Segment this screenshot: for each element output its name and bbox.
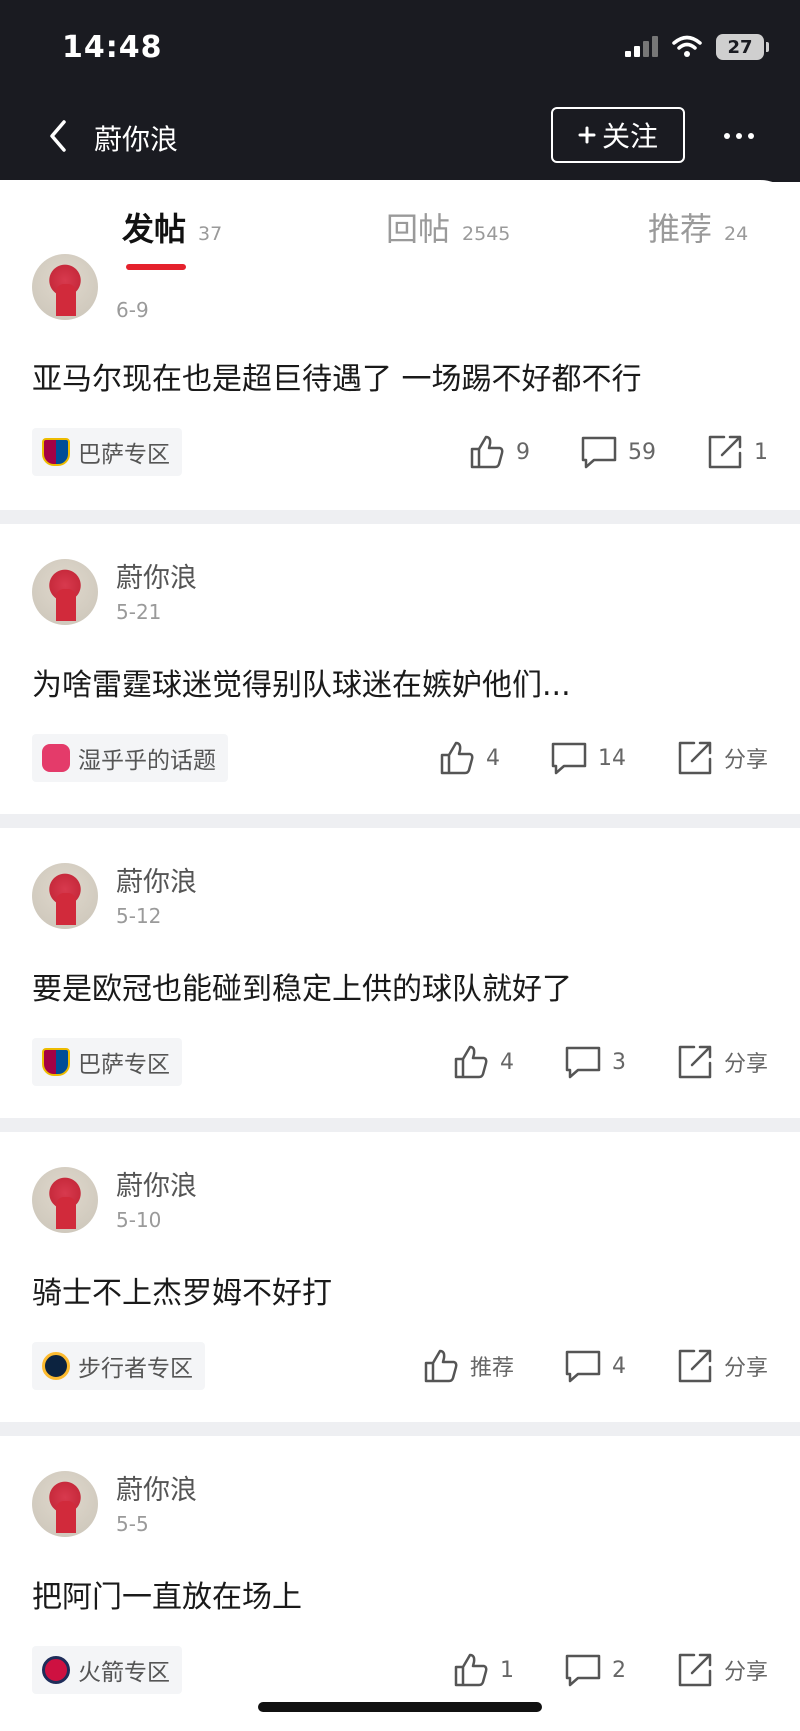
- comment-button[interactable]: 2: [564, 1651, 626, 1689]
- post-divider: [0, 814, 800, 828]
- comment-icon: [565, 1350, 601, 1383]
- share-icon: [678, 741, 712, 775]
- comment-button[interactable]: 59: [580, 433, 656, 471]
- share-button[interactable]: 分享: [676, 739, 768, 777]
- topic-tag[interactable]: 火箭专区: [32, 1646, 182, 1694]
- share-label: 1: [754, 439, 768, 465]
- comment-count: 4: [611, 1353, 626, 1379]
- post-divider: [0, 1422, 800, 1436]
- thumbs-up-icon: [454, 1045, 488, 1079]
- post-content[interactable]: 亚马尔现在也是超巨待遇了 一场踢不好都不行: [32, 354, 642, 398]
- share-label: 分享: [723, 1356, 768, 1381]
- topic-tag[interactable]: 步行者专区: [32, 1342, 205, 1390]
- avatar[interactable]: [32, 863, 98, 929]
- comment-count: 14: [597, 745, 626, 771]
- share-icon: [678, 1045, 712, 1079]
- post-date: 5-10: [116, 1208, 162, 1232]
- speech-bubble-icon: [42, 744, 70, 772]
- post-actions: 推荐 4 分享: [422, 1342, 768, 1390]
- topic-tag[interactable]: 巴萨专区: [32, 1038, 182, 1086]
- post-content[interactable]: 把阿门一直放在场上: [32, 1572, 302, 1616]
- avatar[interactable]: [32, 559, 98, 625]
- post-feed: 6-9 亚马尔现在也是超巨待遇了 一场踢不好都不行 巴萨专区 9 59 1 蔚你…: [0, 0, 800, 1731]
- post-divider: [0, 510, 800, 524]
- thumbs-up-icon: [424, 1349, 458, 1383]
- post-author[interactable]: 蔚你浪: [116, 1164, 197, 1203]
- topic-tag[interactable]: 巴萨专区: [32, 428, 182, 476]
- post-actions: 4 3 分享: [452, 1038, 768, 1086]
- tag-label: 巴萨专区: [78, 1052, 170, 1078]
- home-indicator: [258, 1702, 542, 1712]
- thumbs-up-icon: [470, 435, 504, 469]
- comment-icon: [551, 742, 587, 775]
- post-card[interactable]: 蔚你浪 5-5 把阿门一直放在场上 火箭专区 1 2 分享: [0, 1436, 800, 1731]
- share-icon: [678, 1349, 712, 1383]
- post-card[interactable]: 蔚你浪 5-10 骑士不上杰罗姆不好打 步行者专区 推荐 4 分享: [0, 1132, 800, 1422]
- post-author[interactable]: 蔚你浪: [116, 860, 197, 899]
- post-author[interactable]: 蔚你浪: [116, 556, 197, 595]
- share-button[interactable]: 分享: [676, 1651, 768, 1689]
- comment-icon: [565, 1654, 601, 1687]
- share-label: 分享: [723, 748, 768, 773]
- like-button[interactable]: 1: [452, 1651, 514, 1689]
- post-card[interactable]: 蔚你浪 5-12 要是欧冠也能碰到稳定上供的球队就好了 巴萨专区 4 3 分享: [0, 828, 800, 1118]
- avatar[interactable]: [32, 1471, 98, 1537]
- share-button[interactable]: 分享: [676, 1347, 768, 1385]
- avatar[interactable]: [32, 1167, 98, 1233]
- comment-count: 59: [628, 439, 656, 465]
- like-count: 推荐: [469, 1356, 514, 1381]
- post-actions: 4 14 分享: [438, 734, 768, 782]
- post-actions: 9 59 1: [468, 428, 768, 476]
- share-button[interactable]: 1: [706, 433, 768, 471]
- tag-label: 火箭专区: [78, 1660, 170, 1686]
- share-icon: [678, 1653, 712, 1687]
- like-count: 1: [499, 1657, 514, 1683]
- like-button[interactable]: 推荐: [422, 1347, 514, 1385]
- barcelona-crest-icon: [42, 1048, 70, 1076]
- comment-button[interactable]: 4: [564, 1347, 626, 1385]
- like-button[interactable]: 4: [438, 739, 500, 777]
- comment-count: 2: [611, 1657, 626, 1683]
- comment-icon: [581, 436, 617, 469]
- share-icon: [708, 435, 742, 469]
- comment-count: 3: [611, 1049, 626, 1075]
- post-actions: 1 2 分享: [452, 1646, 768, 1694]
- post-date: 5-5: [116, 1512, 149, 1536]
- thumbs-up-icon: [440, 741, 474, 775]
- post-card[interactable]: 6-9 亚马尔现在也是超巨待遇了 一场踢不好都不行 巴萨专区 9 59 1: [0, 254, 800, 510]
- like-count: 4: [485, 745, 500, 771]
- barcelona-crest-icon: [42, 438, 70, 466]
- comment-button[interactable]: 14: [550, 739, 626, 777]
- post-content[interactable]: 要是欧冠也能碰到稳定上供的球队就好了: [32, 964, 572, 1008]
- share-label: 分享: [723, 1660, 768, 1685]
- post-author[interactable]: 蔚你浪: [116, 1468, 197, 1507]
- rockets-logo-icon: [42, 1656, 70, 1684]
- comment-icon: [565, 1046, 601, 1079]
- share-button[interactable]: 分享: [676, 1043, 768, 1081]
- post-content[interactable]: 为啥雷霆球迷觉得别队球迷在嫉妒他们...: [32, 660, 571, 704]
- tag-label: 巴萨专区: [78, 442, 170, 468]
- pacers-logo-icon: [42, 1352, 70, 1380]
- thumbs-up-icon: [454, 1653, 488, 1687]
- topic-tag[interactable]: 湿乎乎的话题: [32, 734, 228, 782]
- like-button[interactable]: 9: [468, 433, 530, 471]
- like-count: 4: [499, 1049, 514, 1075]
- share-label: 分享: [723, 1052, 768, 1077]
- avatar[interactable]: [32, 254, 98, 320]
- comment-button[interactable]: 3: [564, 1043, 626, 1081]
- post-card[interactable]: 蔚你浪 5-21 为啥雷霆球迷觉得别队球迷在嫉妒他们... 湿乎乎的话题 4 1…: [0, 524, 800, 814]
- tag-label: 湿乎乎的话题: [78, 748, 216, 774]
- like-count: 9: [516, 439, 530, 465]
- post-date: 5-12: [116, 904, 162, 928]
- post-date: 5-21: [116, 600, 162, 624]
- tag-label: 步行者专区: [78, 1356, 193, 1382]
- like-button[interactable]: 4: [452, 1043, 514, 1081]
- post-date: 6-9: [116, 298, 149, 322]
- post-content[interactable]: 骑士不上杰罗姆不好打: [32, 1268, 332, 1312]
- post-divider: [0, 1118, 800, 1132]
